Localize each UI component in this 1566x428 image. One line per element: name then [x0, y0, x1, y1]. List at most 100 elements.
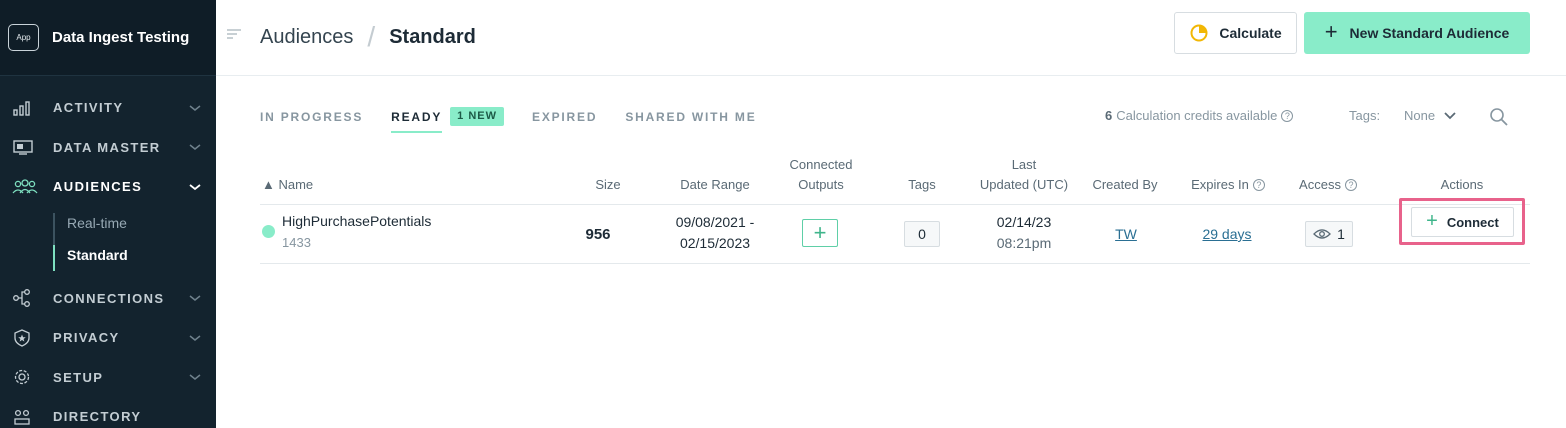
chevron-down-icon	[189, 184, 201, 190]
subnav-active-indicator	[53, 244, 55, 271]
sidebar-item-activity[interactable]: ACTIVITY	[0, 88, 216, 128]
breadcrumb-audiences[interactable]: Audiences	[260, 26, 353, 49]
search-icon[interactable]	[1489, 107, 1509, 127]
help-icon[interactable]: ?	[1252, 179, 1265, 191]
chevron-down-icon	[189, 105, 201, 111]
audience-date-range: 09/08/2021 - 02/15/2023	[660, 212, 770, 254]
top-bar: Audiences / Standard Calculate + New Sta…	[216, 0, 1566, 76]
column-header-size[interactable]: Size	[588, 175, 628, 195]
chevron-down-icon	[189, 295, 201, 302]
audiences-subnav: Real-time Standard	[0, 207, 216, 273]
chevron-down-icon	[189, 335, 201, 341]
column-header-tags[interactable]: Tags	[898, 175, 946, 195]
tab-expired[interactable]: EXPIRED	[532, 106, 597, 133]
sidebar-item-label: ACTIVITY	[53, 100, 124, 116]
column-header-date-range[interactable]: Date Range	[668, 175, 762, 195]
chevron-down-icon	[189, 144, 201, 151]
sidebar-item-label: DATA MASTER	[53, 139, 161, 155]
breadcrumb: Audiences / Standard	[260, 21, 476, 53]
plus-icon: +	[1324, 19, 1338, 44]
flow-icon	[12, 289, 40, 308]
collapse-menu-icon[interactable]	[226, 27, 242, 41]
created-by-link[interactable]: TW	[1106, 224, 1146, 245]
sidebar: App Data Ingest Testing ACTIVITY DATA MA…	[0, 0, 216, 428]
column-header-last-updated[interactable]: Last Updated (UTC)	[971, 155, 1077, 195]
sidebar-item-connections[interactable]: CONNECTIONS	[0, 279, 216, 319]
sidebar-item-data-master[interactable]: DATA MASTER	[0, 128, 216, 168]
column-header-label: Access	[1299, 177, 1341, 192]
sidebar-item-label: CONNECTIONS	[53, 290, 165, 306]
tab-ready[interactable]: READY	[391, 106, 443, 133]
column-header-line: Connected	[789, 157, 853, 172]
status-indicator	[262, 225, 275, 238]
tags-filter-dropdown[interactable]: None	[1404, 108, 1457, 123]
chevron-down-icon	[189, 374, 201, 381]
connect-label: Connect	[1446, 214, 1499, 230]
audience-id: 1433	[282, 235, 311, 250]
tags-count-button[interactable]: 0	[904, 221, 940, 247]
tab-in-progress[interactable]: IN PROGRESS	[260, 106, 363, 133]
breadcrumb-separator: /	[367, 21, 376, 52]
sidebar-item-label: SETUP	[53, 369, 104, 385]
table-divider	[260, 263, 1530, 264]
column-header-name[interactable]: ▲ Name	[262, 175, 313, 195]
help-icon[interactable]: ?	[1281, 109, 1294, 122]
sidebar-item-label: PRIVACY	[53, 330, 120, 346]
column-header-label: Expires In	[1191, 177, 1249, 192]
tab-shared-with-me[interactable]: SHARED WITH ME	[625, 106, 756, 133]
new-audience-label: New Standard Audience	[1349, 25, 1510, 41]
page-title: Standard	[389, 25, 476, 48]
audience-name[interactable]: HighPurchasePotentials	[282, 213, 431, 229]
sidebar-item-directory[interactable]: DIRECTORY	[0, 397, 216, 428]
connect-button[interactable]: + Connect	[1411, 207, 1514, 237]
sidebar-item-audiences[interactable]: AUDIENCES	[0, 167, 216, 207]
column-header-line: Last	[1011, 157, 1037, 172]
access-count: 1	[1337, 226, 1345, 242]
sidebar-nav: ACTIVITY DATA MASTER AUDIENCES Real-time…	[0, 88, 216, 428]
column-header-line: Outputs	[798, 177, 844, 192]
app-header[interactable]: App Data Ingest Testing	[0, 0, 216, 76]
audience-size: 956	[585, 226, 611, 243]
gear-icon	[12, 368, 40, 386]
column-header-access[interactable]: Access ?	[1293, 175, 1363, 195]
new-count-badge: 1 NEW	[450, 107, 505, 126]
calculate-icon	[1190, 24, 1208, 42]
updated-time: 08:21pm	[996, 235, 1052, 251]
credits-text: Calculation credits available	[1116, 108, 1278, 123]
status-tabs: IN PROGRESS READY 1 NEW EXPIRED SHARED W…	[260, 106, 785, 136]
date-end: 02/15/2023	[679, 235, 751, 251]
last-updated: 02/14/23 08:21pm	[974, 212, 1074, 254]
updated-date: 02/14/23	[996, 214, 1052, 230]
access-button[interactable]: 1	[1305, 221, 1353, 247]
sidebar-item-setup[interactable]: SETUP	[0, 358, 216, 398]
plus-icon: +	[1426, 209, 1438, 232]
credits-count: 6	[1105, 108, 1113, 123]
sidebar-subitem-real-time[interactable]: Real-time	[53, 207, 216, 239]
column-header-expires-in[interactable]: Expires In ?	[1186, 175, 1270, 195]
add-output-button[interactable]: +	[802, 219, 838, 247]
directory-icon	[12, 408, 40, 426]
shield-star-icon	[12, 329, 40, 347]
sidebar-item-label: AUDIENCES	[53, 179, 143, 195]
help-icon[interactable]: ?	[1344, 179, 1357, 191]
people-icon	[12, 178, 40, 196]
new-standard-audience-button[interactable]: + New Standard Audience	[1304, 12, 1530, 54]
chevron-down-icon	[1444, 111, 1456, 119]
credits-info: 6 Calculation credits available ?	[1105, 108, 1294, 123]
column-header-created-by[interactable]: Created By	[1084, 175, 1166, 195]
sidebar-item-privacy[interactable]: PRIVACY	[0, 318, 216, 358]
tags-filter-value: None	[1404, 108, 1436, 123]
table-divider	[260, 204, 1530, 205]
eye-icon	[1313, 229, 1332, 239]
calculate-label: Calculate	[1219, 25, 1282, 41]
sidebar-subitem-standard[interactable]: Standard	[53, 239, 216, 271]
calculate-button[interactable]: Calculate	[1174, 12, 1297, 54]
column-header-line: Updated (UTC)	[979, 177, 1069, 192]
column-header-connected-outputs[interactable]: Connected Outputs	[775, 155, 867, 195]
date-start: 09/08/2021 -	[675, 214, 755, 230]
app-name: Data Ingest Testing	[52, 29, 190, 46]
tags-filter-label: Tags:	[1349, 108, 1381, 123]
bar-chart-icon	[12, 99, 40, 117]
app-logo: App	[8, 24, 39, 51]
expires-in-link[interactable]: 29 days	[1188, 224, 1266, 245]
